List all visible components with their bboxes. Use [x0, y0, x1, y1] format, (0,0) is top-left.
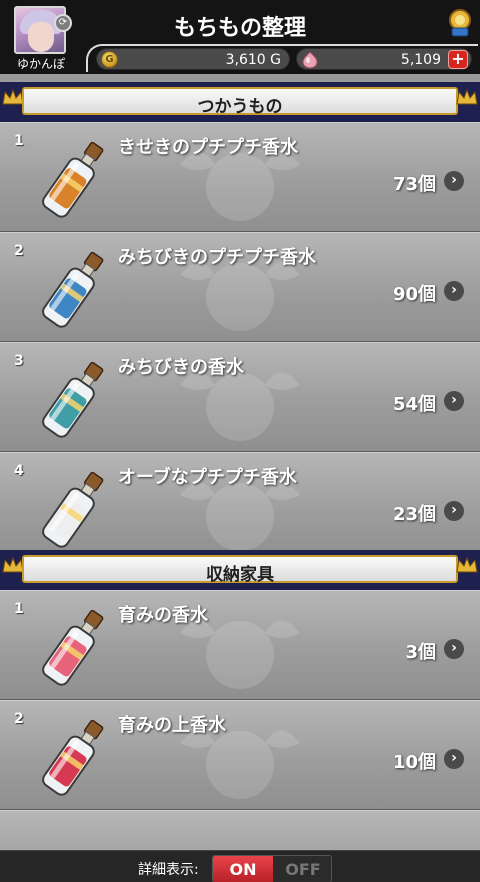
detail-display-label: 詳細表示: — [138, 862, 199, 878]
item-row[interactable]: 3 みちびきの香水 54個 › — [0, 342, 480, 452]
chevron-right-icon[interactable]: › — [444, 639, 464, 659]
crown-icon — [2, 556, 24, 573]
crown-icon — [456, 88, 478, 105]
item-index: 4 — [14, 463, 24, 479]
item-row[interactable]: 4 オーブなプチプチ香水 23個 › — [0, 452, 480, 562]
perfume-bottle-icon — [42, 471, 104, 548]
gem-value: 5,109 — [400, 52, 441, 68]
item-index: 1 — [14, 601, 24, 617]
footer-bar: 詳細表示: ON OFF — [0, 850, 480, 882]
crown-icon — [456, 556, 478, 573]
detail-display-toggle[interactable]: ON OFF — [212, 855, 332, 882]
item-row[interactable]: 2 育みの上香水 10個 › — [0, 700, 480, 810]
item-count: 10個 — [392, 752, 436, 773]
item-name: きせきのプチプチ香水 — [118, 137, 298, 158]
perfume-bottle-icon — [42, 251, 104, 328]
item-count: 23個 — [392, 504, 436, 525]
perfume-bottle-icon — [42, 609, 104, 686]
chevron-right-icon[interactable]: › — [444, 501, 464, 521]
item-name: みちびきの香水 — [118, 357, 244, 378]
chevron-right-icon[interactable]: › — [444, 391, 464, 411]
section-title: 収納家具 — [206, 565, 274, 585]
item-name: 育みの香水 — [118, 605, 208, 626]
avatar-face — [28, 22, 54, 52]
section-header: 収納家具 — [0, 550, 480, 590]
perfume-bottle-icon — [42, 141, 104, 218]
top-header: ⟳ ゆかんぽ もちもの整理 G 3,610 G 5,109 + — [0, 0, 480, 74]
perfume-bottle-icon — [42, 361, 104, 438]
section-title: つかうもの — [197, 97, 283, 117]
gold-display: G 3,610 G — [96, 48, 290, 70]
item-name: 育みの上香水 — [118, 715, 226, 736]
item-row[interactable]: 2 みちびきのプチプチ香水 90個 › — [0, 232, 480, 342]
chevron-right-icon[interactable]: › — [444, 749, 464, 769]
crown-icon — [2, 88, 24, 105]
chevron-right-icon[interactable]: › — [444, 281, 464, 301]
item-row[interactable]: 1 育みの香水 3個 › — [0, 590, 480, 700]
item-index: 2 — [14, 711, 24, 727]
toggle-on-button[interactable]: ON — [213, 856, 273, 882]
add-gems-button[interactable]: + — [448, 50, 468, 69]
section-header: つかうもの — [0, 82, 480, 122]
toggle-off-button[interactable]: OFF — [273, 856, 331, 882]
item-name: オーブなプチプチ香水 — [118, 467, 297, 488]
gold-coin-icon: G — [101, 51, 118, 68]
empty-row — [0, 810, 480, 850]
rank-badge-icon[interactable] — [446, 8, 474, 38]
item-count: 90個 — [392, 284, 436, 305]
perfume-bottle-icon — [42, 719, 104, 796]
item-row[interactable]: 1 きせきのプチプチ香水 73個 › — [0, 122, 480, 232]
swap-icon[interactable]: ⟳ — [54, 14, 72, 32]
item-index: 1 — [14, 133, 24, 149]
item-index: 3 — [14, 353, 24, 369]
item-count: 3個 — [405, 642, 436, 663]
gem-display: 5,109 + — [296, 48, 472, 70]
item-name: みちびきのプチプチ香水 — [118, 247, 316, 268]
item-count: 54個 — [392, 394, 436, 415]
gem-icon — [302, 51, 318, 69]
section-title-bar: つかうもの — [22, 87, 458, 117]
item-index: 2 — [14, 243, 24, 259]
item-count: 73個 — [392, 174, 436, 195]
gold-value: 3,610 G — [225, 52, 281, 68]
section-title-bar: 収納家具 — [22, 555, 458, 585]
page-title: もちもの整理 — [173, 16, 306, 41]
chevron-right-icon[interactable]: › — [444, 171, 464, 191]
player-name: ゆかんぽ — [16, 57, 65, 71]
inventory-list[interactable]: つかうもの 1 きせきのプチプチ香水 73個 › 2 みちびきのプチプチ香水 90個 › 3 みちび… — [0, 74, 480, 850]
